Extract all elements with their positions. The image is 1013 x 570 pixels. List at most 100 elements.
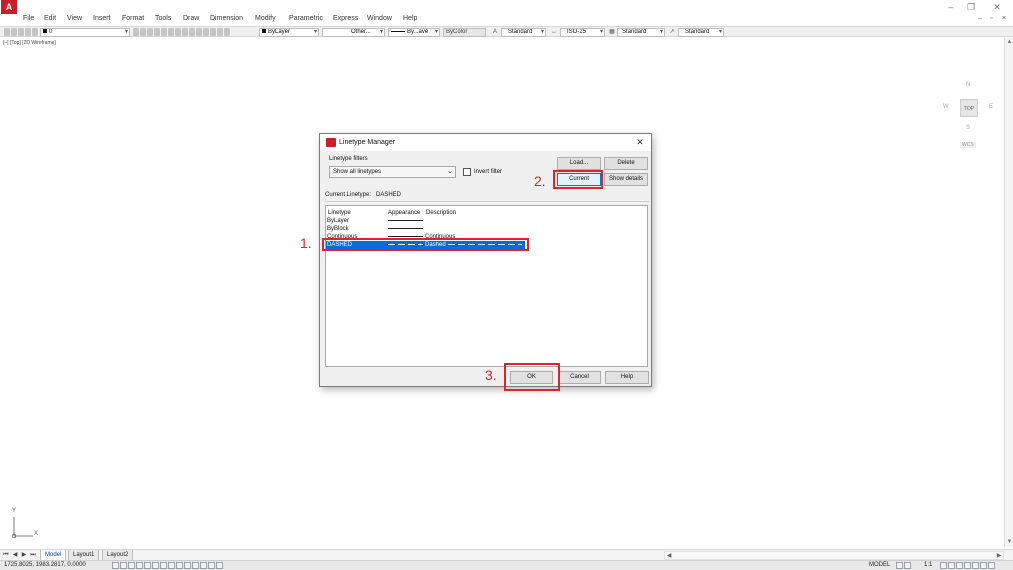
text-style-icon[interactable]: A: [491, 28, 499, 37]
drafting-toggles[interactable]: [112, 562, 223, 570]
isolate-objects-icon[interactable]: [972, 562, 979, 569]
menu-modify[interactable]: Modify: [255, 15, 276, 22]
match-layer-icon[interactable]: [140, 28, 146, 36]
delete-button[interactable]: Delete: [604, 157, 648, 170]
menu-view[interactable]: View: [67, 15, 82, 22]
menu-draw[interactable]: Draw: [183, 15, 199, 22]
load-button[interactable]: Load...: [557, 157, 601, 170]
unisolate-icon[interactable]: [161, 28, 167, 36]
dim-style-icon[interactable]: ↔: [550, 28, 558, 37]
viewcube[interactable]: N W E S TOP WCS: [940, 82, 996, 152]
list-item[interactable]: ByBlock: [326, 225, 647, 233]
doc-minimize-icon[interactable]: –: [978, 15, 982, 22]
menu-insert[interactable]: Insert: [93, 15, 111, 22]
quick-view-layouts-icon[interactable]: [896, 562, 903, 569]
menu-dimension[interactable]: Dimension: [210, 15, 243, 22]
layer-combo[interactable]: 0 ▾: [40, 28, 130, 37]
lineweight-icon[interactable]: [192, 562, 199, 569]
auto-scale-icon[interactable]: [948, 562, 955, 569]
scroll-up-icon[interactable]: ▲: [1005, 38, 1013, 47]
transparency-icon[interactable]: [200, 562, 207, 569]
previous-layer-icon[interactable]: [147, 28, 153, 36]
wcs-menu[interactable]: WCS: [960, 142, 976, 148]
linetype-combo[interactable]: Other... ▾: [322, 28, 385, 37]
column-header-appearance[interactable]: Appearance: [388, 210, 420, 216]
menu-edit[interactable]: Edit: [44, 15, 56, 22]
change-to-current-icon[interactable]: [224, 28, 230, 36]
scroll-left-icon[interactable]: ◀: [665, 552, 673, 560]
menu-parametric[interactable]: Parametric: [289, 15, 323, 22]
ducs-icon[interactable]: [176, 562, 183, 569]
make-current-icon[interactable]: [133, 28, 139, 36]
model-icons[interactable]: [896, 562, 911, 570]
freeze-icon[interactable]: [168, 28, 174, 36]
layer-properties-icon[interactable]: [4, 28, 10, 36]
quick-view-drawings-icon[interactable]: [904, 562, 911, 569]
menu-window[interactable]: Window: [367, 15, 392, 22]
viewcube-top-face[interactable]: TOP: [960, 99, 978, 117]
viewcube-west[interactable]: W: [943, 104, 949, 110]
layer-color-icon[interactable]: [32, 28, 38, 36]
text-style-combo[interactable]: Standard ▾: [501, 28, 546, 37]
invert-filter-checkbox[interactable]: [463, 168, 471, 176]
column-header-linetype[interactable]: Linetype: [328, 210, 351, 216]
quick-properties-icon[interactable]: [208, 562, 215, 569]
hardware-accel-icon[interactable]: [980, 562, 987, 569]
layer-delete-icon[interactable]: [210, 28, 216, 36]
layer-extra-icons[interactable]: [133, 28, 230, 37]
sun-icon[interactable]: [18, 28, 24, 36]
menu-help[interactable]: Help: [403, 15, 417, 22]
doc-restore-icon[interactable]: ▫: [990, 15, 992, 22]
snap-icon[interactable]: [120, 562, 127, 569]
menu-express[interactable]: Express: [333, 15, 358, 22]
grid-icon[interactable]: [128, 562, 135, 569]
color-combo[interactable]: ByLayer ▾: [259, 28, 319, 37]
table-style-icon[interactable]: ▦: [608, 28, 616, 37]
linetype-list[interactable]: Linetype Appearance Description ByLayer …: [325, 205, 648, 367]
plotstyle-combo[interactable]: ByColor: [443, 28, 486, 37]
scroll-right-icon[interactable]: ▶: [995, 552, 1003, 560]
annotation-visibility-icon[interactable]: [940, 562, 947, 569]
clean-screen-icon[interactable]: [988, 562, 995, 569]
polar-icon[interactable]: [144, 562, 151, 569]
unlock-layer-icon[interactable]: [189, 28, 195, 36]
column-header-description[interactable]: Description: [426, 210, 456, 216]
help-button[interactable]: Help: [605, 371, 649, 384]
model-space-toggle[interactable]: MODEL: [869, 562, 890, 568]
doc-close-icon[interactable]: ×: [1002, 15, 1006, 22]
viewcube-north[interactable]: N: [966, 82, 970, 88]
tab-layout1[interactable]: Layout1: [68, 550, 100, 560]
close-icon[interactable]: ✕: [633, 136, 647, 149]
horizontal-scrollbar[interactable]: ◀ ▶: [664, 551, 1004, 560]
lock-icon[interactable]: [25, 28, 31, 36]
dim-style-combo[interactable]: ISO-25 ▾: [560, 28, 605, 37]
minimize-icon[interactable]: –: [944, 1, 958, 13]
isolate-icon[interactable]: [154, 28, 160, 36]
workspace-icon[interactable]: [956, 562, 963, 569]
mleader-style-combo[interactable]: Standard ▾: [678, 28, 724, 37]
lock-ui-icon[interactable]: [964, 562, 971, 569]
tab-model[interactable]: Model: [40, 550, 67, 560]
osnap-icon[interactable]: [152, 562, 159, 569]
first-tab-icon[interactable]: ⏮: [2, 551, 10, 560]
infer-constraints-icon[interactable]: [112, 562, 119, 569]
linetype-filter-select[interactable]: Show all linetypes ⌄: [329, 166, 456, 178]
restore-icon[interactable]: ❐: [964, 1, 978, 13]
copy-objects-icon[interactable]: [217, 28, 223, 36]
cancel-button[interactable]: Cancel: [558, 371, 601, 384]
show-details-button[interactable]: Show details: [604, 173, 648, 186]
3d-osnap-icon[interactable]: [160, 562, 167, 569]
lineweight-combo[interactable]: By...ave ▾: [388, 28, 440, 37]
vertical-scrollbar[interactable]: ▲ ▼: [1004, 38, 1013, 547]
viewcube-east[interactable]: E: [989, 104, 993, 110]
menu-file[interactable]: File: [23, 15, 34, 22]
prev-tab-icon[interactable]: ◀: [11, 551, 19, 560]
lightbulb-icon[interactable]: [11, 28, 17, 36]
viewcube-south[interactable]: S: [966, 125, 970, 131]
app-logo[interactable]: A: [1, 0, 17, 14]
annotation-scale[interactable]: 1:1: [924, 562, 932, 568]
ortho-icon[interactable]: [136, 562, 143, 569]
layer-walk-icon[interactable]: [196, 28, 202, 36]
mleader-style-icon[interactable]: ↗: [668, 28, 676, 37]
list-item[interactable]: ByLayer: [326, 217, 647, 225]
